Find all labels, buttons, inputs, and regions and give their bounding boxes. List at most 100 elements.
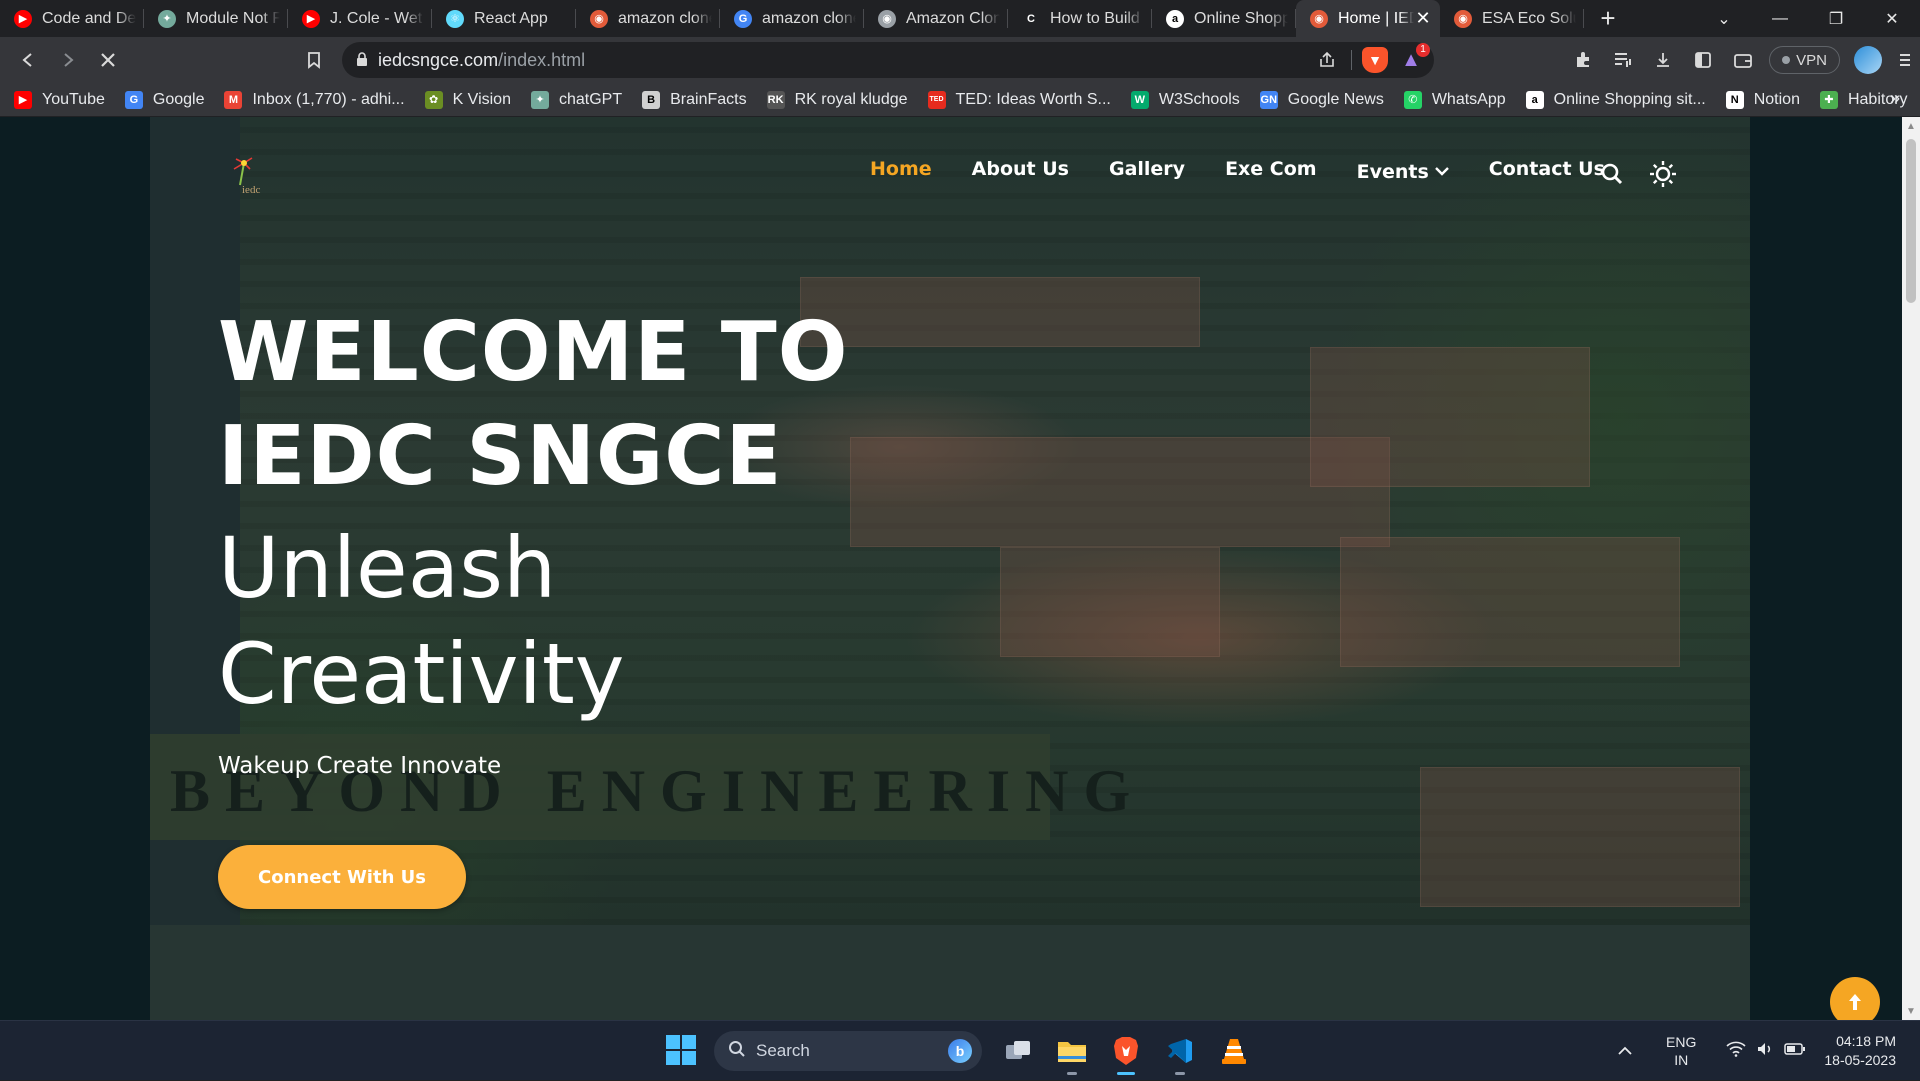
show-hidden-icons-icon[interactable]: [1618, 1043, 1632, 1059]
tab-active[interactable]: ◉ Home | IED ✕: [1296, 0, 1440, 37]
back-icon[interactable]: [8, 40, 48, 80]
address-bar[interactable]: iedcsngce.com/index.html ▼ ▲ 1: [342, 42, 1434, 78]
vlc-icon[interactable]: [1214, 1031, 1254, 1071]
sidebar-icon[interactable]: [1683, 40, 1723, 80]
tab[interactable]: ◉ amazon clone: [576, 0, 720, 37]
whatsapp-icon: ✆: [1403, 90, 1422, 109]
bookmark-item[interactable]: ✆ WhatsApp: [1403, 90, 1506, 109]
tab[interactable]: ◉ ESA Eco Soluti: [1440, 0, 1584, 37]
vscode-icon[interactable]: [1160, 1031, 1200, 1075]
close-tab-icon[interactable]: ✕: [1414, 8, 1432, 29]
playlist-icon[interactable]: [1603, 40, 1643, 80]
bookmark-item[interactable]: a Online Shopping sit...: [1525, 90, 1706, 109]
file-explorer-icon[interactable]: [1052, 1031, 1092, 1075]
task-view-icon[interactable]: [998, 1031, 1038, 1071]
tab[interactable]: ⚛ React App: [432, 0, 576, 37]
toolbar-right: VPN: [1563, 40, 1920, 80]
nav-exe-com[interactable]: Exe Com: [1225, 158, 1317, 180]
taskbar-search[interactable]: Search b: [714, 1031, 982, 1071]
brave-browser-icon[interactable]: [1106, 1031, 1146, 1075]
bookmark-item[interactable]: W W3Schools: [1130, 90, 1240, 109]
system-status[interactable]: [1726, 1041, 1806, 1061]
active-indicator: [1117, 1072, 1135, 1075]
windows-start-icon[interactable]: [666, 1035, 696, 1065]
nav-about-us[interactable]: About Us: [972, 158, 1069, 180]
main-nav: Home About Us Gallery Exe Com Events Contact …: [870, 155, 1645, 183]
hero-subtitle-line: Creativity: [218, 625, 625, 723]
nav-events[interactable]: Events: [1357, 161, 1449, 183]
nav-label: Home: [870, 158, 932, 180]
scroll-to-top-button[interactable]: [1830, 977, 1880, 1020]
minimize-icon[interactable]: —: [1752, 0, 1808, 37]
language-indicator[interactable]: ENG IN: [1666, 1033, 1696, 1069]
brave-shield-icon[interactable]: ▼: [1362, 47, 1388, 73]
connect-with-us-button[interactable]: Connect With Us: [218, 845, 466, 909]
tab-strip-spacer: [1632, 0, 1696, 37]
tab[interactable]: C How to Build a: [1008, 0, 1152, 37]
scroll-up-icon[interactable]: ▲: [1902, 117, 1920, 135]
language-code: ENG: [1666, 1034, 1697, 1050]
address-bar-actions: ▼ ▲ 1: [1313, 43, 1430, 74]
battery-icon: [1784, 1041, 1806, 1061]
menu-icon[interactable]: [1890, 40, 1920, 80]
share-icon[interactable]: [1313, 46, 1341, 74]
bookmarks-overflow-button[interactable]: »: [1890, 88, 1900, 109]
bookmark-item[interactable]: RK RK royal kludge: [766, 90, 908, 109]
tab[interactable]: ✦ Module Not Fo: [144, 0, 288, 37]
tab-title: Online Shoppir: [1194, 9, 1288, 27]
bookmark-item[interactable]: TED TED: Ideas Worth S...: [927, 90, 1111, 109]
taskbar-clock[interactable]: 04:18 PM 18-05-2023: [1824, 1032, 1896, 1070]
close-window-icon[interactable]: ✕: [1864, 0, 1920, 37]
bookmark-label: Online Shopping sit...: [1553, 90, 1706, 108]
brave-rewards-icon[interactable]: ▲ 1: [1398, 43, 1430, 73]
tab[interactable]: ▶ Code and Depl: [0, 0, 144, 37]
tab-search-chevron-icon[interactable]: ⌄: [1696, 0, 1752, 37]
bookmark-item[interactable]: GN Google News: [1259, 90, 1384, 109]
tab[interactable]: ▶ J. Cole - Wet D: [288, 0, 432, 37]
chatgpt-icon: ✦: [530, 90, 549, 109]
search-icon[interactable]: [1600, 162, 1624, 191]
region-code: IN: [1674, 1052, 1689, 1068]
bookmark-label: W3Schools: [1158, 90, 1240, 108]
nav-gallery[interactable]: Gallery: [1109, 158, 1185, 180]
scroll-down-icon[interactable]: ▼: [1902, 1002, 1920, 1020]
bing-icon[interactable]: b: [948, 1039, 972, 1063]
nav-label: Exe Com: [1225, 158, 1317, 180]
bookmark-item[interactable]: ▶ YouTube: [14, 90, 105, 109]
bookmark-item[interactable]: ✿ K Vision: [424, 90, 511, 109]
stop-loading-icon[interactable]: [88, 40, 128, 80]
bookmark-label: chatGPT: [558, 90, 623, 108]
page-scrollbar[interactable]: ▲ ▼: [1902, 117, 1920, 1020]
tab[interactable]: ◉ Amazon Clone: [864, 0, 1008, 37]
bookmark-item[interactable]: G Google: [124, 90, 204, 109]
tab[interactable]: a Online Shoppir: [1152, 0, 1296, 37]
bookmark-item[interactable]: ✦ chatGPT: [530, 90, 623, 109]
running-indicator: [1067, 1072, 1077, 1075]
bookmark-item[interactable]: B BrainFacts: [642, 90, 747, 109]
bookmark-item[interactable]: N Notion: [1725, 90, 1800, 109]
tab[interactable]: Gamazon clone: [720, 0, 864, 37]
scrollbar-thumb[interactable]: [1906, 139, 1916, 303]
chevron-down-icon: [1434, 164, 1449, 180]
iedc-logo[interactable]: iedc: [226, 155, 266, 197]
restore-icon[interactable]: ❐: [1808, 0, 1864, 37]
bookmark-item[interactable]: M Inbox (1,770) - adhi...: [224, 90, 405, 109]
wallet-icon[interactable]: [1723, 40, 1763, 80]
tab-title: ESA Eco Soluti: [1482, 9, 1576, 27]
hero-title-line: WELCOME TO: [218, 305, 849, 400]
nav-home[interactable]: Home: [870, 158, 932, 180]
campus-building: [1420, 767, 1740, 907]
site-container: iedc Home About Us Gallery Exe Com Events Con…: [150, 117, 1750, 1020]
nav-contact-us[interactable]: Contact Us: [1489, 158, 1605, 180]
bookmark-page-icon[interactable]: [294, 40, 334, 80]
forward-icon[interactable]: [48, 40, 88, 80]
clock-time: 04:18 PM: [1836, 1033, 1896, 1049]
download-icon[interactable]: [1643, 40, 1683, 80]
theme-toggle-sun-icon[interactable]: [1648, 159, 1678, 194]
profile-avatar[interactable]: [1854, 46, 1882, 74]
new-tab-button[interactable]: +: [1584, 0, 1632, 37]
vpn-button[interactable]: VPN: [1769, 46, 1840, 74]
volume-icon: [1756, 1041, 1774, 1061]
extensions-icon[interactable]: [1563, 40, 1603, 80]
hero-title: WELCOME TO IEDC SNGCE: [218, 301, 848, 509]
